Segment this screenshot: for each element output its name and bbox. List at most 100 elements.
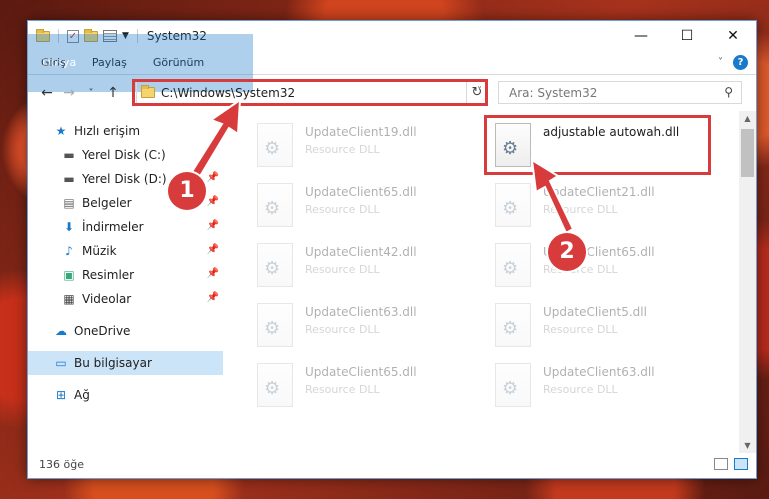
sidebar-item-label: Müzik [82,244,117,258]
pin-icon[interactable]: 📌 [207,244,219,255]
star-icon: ★ [55,124,67,138]
sidebar-item-onedrive[interactable]: ☁ OneDrive [28,319,223,343]
navigation-pane: ★ Hızlı erişim ▬ Yerel Disk (C:) ▬ Yerel… [28,111,223,453]
drive-icon: ▬ [63,172,75,186]
pin-icon[interactable]: 📌 [207,172,219,183]
address-bar-highlight [132,79,488,106]
search-placeholder: Ara: System32 [509,85,598,100]
expand-ribbon-icon[interactable]: ˅ [718,57,723,68]
file-name: UpdateClient19.dll [305,125,417,139]
file-type: Resource DLL [543,383,618,396]
downloads-icon: ⬇ [63,220,75,234]
list-item[interactable]: UpdateClient42.dll Resource DLL [247,237,472,295]
computer-icon: ▭ [55,356,67,370]
sidebar-item-music[interactable]: ♪ Müzik 📌 [28,239,223,263]
ribbon-tabs: Dosya Giriş Paylaş Görünüm ˅ ? [28,33,756,92]
sidebar-item-label: Yerel Disk (D:) [82,172,167,186]
file-name: UpdateClient21.dll [543,185,655,199]
ribbon-right: ˅ ? [718,55,748,70]
dll-file-icon [257,183,293,227]
dll-file-icon [257,123,293,167]
list-item[interactable]: UpdateClient65.dllResource DLL [485,237,710,295]
sidebar-item-label: Resimler [82,268,135,282]
list-item[interactable]: UpdateClient21.dll Resource DLL [485,177,710,235]
scrollbar-thumb[interactable] [741,129,754,177]
file-type: Resource DLL [305,203,380,216]
music-icon: ♪ [65,244,73,258]
pin-icon[interactable]: 📌 [207,196,219,207]
window-controls: — ☐ ✕ [618,21,756,51]
drive-icon: ▬ [63,148,75,162]
details-view-icon[interactable] [714,458,728,470]
scroll-down-icon[interactable]: ▼ [739,441,756,450]
sidebar-item-local-disk-c[interactable]: ▬ Yerel Disk (C:) [28,143,223,167]
cloud-icon: ☁ [55,324,67,338]
list-item[interactable]: UpdateClient63.dll Resource DLL [247,297,472,355]
documents-icon: ▤ [63,196,75,210]
file-name: UpdateClient63.dll [305,305,417,319]
tiles-view-icon[interactable] [734,458,748,470]
sidebar-item-label: Videolar [82,292,132,306]
dll-file-icon [495,363,531,407]
sidebar-item-label: Yerel Disk (C:) [82,148,166,162]
sidebar-item-quick-access[interactable]: ★ Hızlı erişim [28,119,223,143]
dll-file-icon [257,303,293,347]
dll-file-icon [495,183,531,227]
vertical-scrollbar[interactable]: ▲ ▼ [739,111,756,453]
sidebar-item-downloads[interactable]: ⬇ İndirmeler 📌 [28,215,223,239]
sidebar-item-pictures[interactable]: ▣ Resimler 📌 [28,263,223,287]
videos-icon: ▦ [63,292,75,306]
sidebar-item-label: OneDrive [74,324,131,338]
pin-icon[interactable]: 📌 [207,292,219,303]
dll-file-icon [257,363,293,407]
sidebar-item-label: Hızlı erişim [74,124,141,138]
file-type: Resource DLL [543,323,618,336]
search-icon: ⚲ [724,85,733,99]
forward-button[interactable]: → [58,85,80,101]
sidebar-item-label: Bu bilgisayar [74,356,152,370]
list-item[interactable]: UpdateClient63.dll Resource DLL [485,357,710,415]
list-item[interactable]: UpdateClient65.dll Resource DLL [247,177,472,235]
file-type: Resource DLL [305,263,380,276]
dll-file-icon [495,303,531,347]
file-name: UpdateClient5.dll [543,305,647,319]
maximize-button[interactable]: ☐ [664,21,710,51]
file-type: Resource DLL [305,383,380,396]
sidebar-item-label: İndirmeler [82,220,144,234]
status-bar: 136 öğe [28,451,756,478]
file-highlight [484,115,711,175]
pin-icon[interactable]: 📌 [207,220,219,231]
minimize-button[interactable]: — [618,21,664,51]
view-toggles [714,458,748,470]
file-name: UpdateClient63.dll [543,365,655,379]
dll-file-icon [495,243,531,287]
file-type: Resource DLL [305,143,380,156]
search-input[interactable]: Ara: System32 ⚲ [498,81,742,104]
sidebar-item-network[interactable]: ⊞ Ağ [28,383,223,407]
file-name: UpdateClient65.dll [305,185,417,199]
back-button[interactable]: ← [36,85,58,101]
file-name: UpdateClient42.dll [305,245,417,259]
step-2-badge: 2 [548,233,586,271]
network-icon: ⊞ [55,388,67,402]
sidebar-item-this-pc[interactable]: ▭ Bu bilgisayar [28,351,223,375]
file-type: Resource DLL [543,203,618,216]
pin-icon[interactable]: 📌 [207,268,219,279]
list-item[interactable]: UpdateClient65.dll Resource DLL [247,357,472,415]
file-name: UpdateClient65.dll [305,365,417,379]
recent-locations-button[interactable]: ˅ [80,88,102,99]
sidebar-item-videos[interactable]: ▦ Videolar 📌 [28,287,223,311]
list-item[interactable]: UpdateClient5.dll Resource DLL [485,297,710,355]
item-count: 136 öğe [39,458,84,471]
sidebar-item-label: Ağ [74,388,90,402]
file-type: Resource DLL [305,323,380,336]
list-item[interactable]: UpdateClient19.dll Resource DLL [247,117,472,175]
scroll-up-icon[interactable]: ▲ [739,114,756,123]
step-1-badge: 1 [168,172,206,210]
sidebar-item-label: Belgeler [82,196,132,210]
dll-file-icon [257,243,293,287]
close-button[interactable]: ✕ [710,21,756,51]
up-button[interactable]: ↑ [102,85,124,101]
pictures-icon: ▣ [63,268,75,282]
help-icon[interactable]: ? [733,55,748,70]
